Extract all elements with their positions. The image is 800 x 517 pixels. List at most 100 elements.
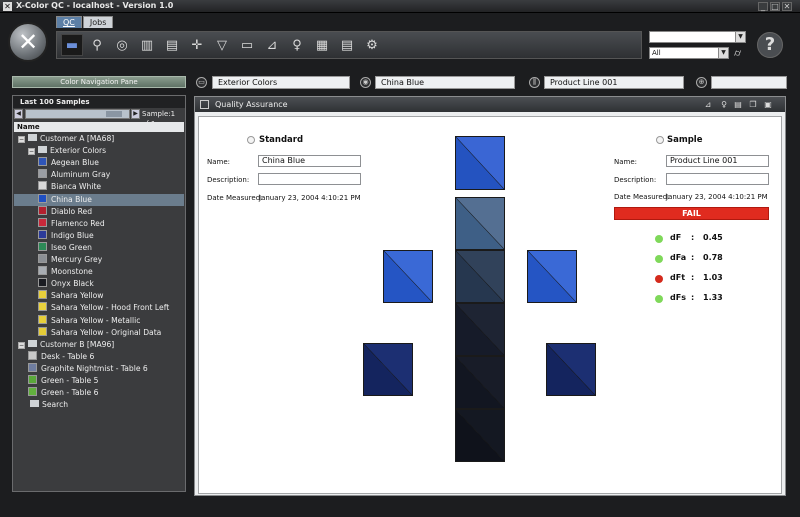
- app-logo: ✕: [8, 22, 48, 62]
- clipboard-icon[interactable]: ▣: [763, 100, 773, 110]
- tree-item[interactable]: Sahara Yellow: [14, 290, 184, 302]
- tree-group[interactable]: − Customer A [MA68]: [14, 133, 184, 145]
- tree-item-label: Search: [42, 400, 69, 410]
- tree-item[interactable]: Flamenco Red: [14, 217, 184, 230]
- app-icon: ✕: [3, 2, 12, 11]
- standard-date-label: Date Measured:: [207, 194, 263, 202]
- tree-item[interactable]: Bianca White: [14, 181, 184, 193]
- main-toolbar: ▬ ⚲ ◎ ▥ ▤ ✛ ▽ ▭ ⊿ ♀ ▦ ▤ ⚙: [56, 31, 642, 59]
- funnel-icon[interactable]: ▽: [211, 34, 233, 56]
- bulb-icon[interactable]: ♀: [719, 100, 729, 110]
- collapse-icon[interactable]: −: [18, 136, 25, 143]
- crumb-sample[interactable]: Product Line 001: [544, 76, 684, 89]
- card-icon[interactable]: ▭: [236, 34, 258, 56]
- grid-icon[interactable]: ▦: [311, 34, 333, 56]
- help-button[interactable]: ?: [757, 32, 783, 58]
- tree-group[interactable]: − Customer B [MA96]: [14, 339, 184, 351]
- sample-radio[interactable]: [656, 136, 664, 144]
- metric-row: dFt:1.03: [655, 273, 725, 285]
- color-swatch-icon: [38, 302, 47, 312]
- swatch-column: [455, 250, 505, 303]
- metric-label: dFa: [670, 253, 687, 262]
- tree-item[interactable]: Sahara Yellow - Original Data: [14, 326, 184, 339]
- standard-description-label: Description:: [207, 176, 250, 184]
- tree-item[interactable]: Iseo Green: [14, 241, 184, 254]
- maximize-button[interactable]: □: [770, 2, 780, 11]
- tree-item[interactable]: Mercury Grey: [14, 254, 184, 266]
- tree-item[interactable]: Green - Table 5: [14, 375, 184, 387]
- target-icon[interactable]: ◎: [111, 34, 133, 56]
- tree-item[interactable]: Onyx Black: [14, 278, 184, 290]
- pin-icon[interactable]: ⚲: [86, 34, 108, 56]
- tree-item[interactable]: Desk - Table 6: [14, 350, 184, 363]
- color-swatch-icon: [38, 169, 47, 179]
- tree-item[interactable]: Green - Table 6: [14, 387, 184, 399]
- tree-item[interactable]: Sahara Yellow - Hood Front Left: [14, 302, 184, 314]
- bars-pair-icon[interactable]: ▤: [161, 34, 183, 56]
- binoculars-icon[interactable]: ⌭: [734, 48, 741, 59]
- tree-item[interactable]: Aegean Blue: [14, 157, 184, 169]
- minimize-button[interactable]: _: [758, 2, 768, 11]
- tree-item[interactable]: Indigo Blue: [14, 229, 184, 242]
- swatch-column: [455, 197, 505, 250]
- chart-icon[interactable]: ⊿: [703, 100, 713, 110]
- crosshair-icon: ⊕: [696, 77, 707, 88]
- standard-name-field[interactable]: China Blue: [258, 155, 361, 167]
- search-field[interactable]: ▼: [649, 31, 746, 43]
- tab-qc[interactable]: QC: [56, 16, 82, 28]
- color-swatch-icon: [38, 278, 47, 288]
- metric-label: dFs: [670, 293, 686, 302]
- sample-description-field[interactable]: [666, 173, 769, 185]
- crosshair-icon[interactable]: ✛: [186, 34, 208, 56]
- metric-row: dFa:0.78: [655, 253, 725, 265]
- chevron-down-icon[interactable]: ▼: [718, 48, 728, 58]
- tab-jobs[interactable]: Jobs: [82, 16, 114, 28]
- tree-item-label: Graphite Nightmist - Table 6: [41, 363, 148, 373]
- standard-radio[interactable]: [247, 136, 255, 144]
- tree-item[interactable]: Graphite Nightmist - Table 6: [14, 362, 184, 375]
- color-navigation-pane-button[interactable]: Color Navigation Pane: [12, 76, 186, 88]
- name-column-header[interactable]: Name: [14, 122, 184, 132]
- tree-item[interactable]: Moonstone: [14, 266, 184, 278]
- collapse-icon[interactable]: −: [18, 341, 25, 349]
- sample-name-field[interactable]: Product Line 001: [666, 155, 769, 167]
- tree-item[interactable]: Diablo Red: [14, 205, 184, 218]
- collapse-icon[interactable]: −: [28, 148, 35, 156]
- sample-date-value: January 23, 2004 4:10:21 PM: [666, 193, 768, 201]
- tree-item-label: Exterior Colors: [50, 146, 107, 156]
- tree-search-item[interactable]: Search: [14, 399, 184, 411]
- prev-sample-button[interactable]: ◀: [14, 109, 23, 119]
- crumb-standard[interactable]: China Blue: [375, 76, 515, 89]
- sample-scrollbar[interactable]: [25, 109, 130, 119]
- document-icon[interactable]: ▤: [336, 34, 358, 56]
- title-bar: ✕ X-Color QC - localhost - Version 1.0 _…: [0, 0, 800, 13]
- sample-navigator: ◀ ▶ Sample:1 of 1: [14, 109, 184, 128]
- bulb-icon[interactable]: ♀: [286, 34, 308, 56]
- tree-item[interactable]: Aluminum Gray: [14, 169, 184, 181]
- crumb-category[interactable]: Exterior Colors: [212, 76, 350, 89]
- tree-group[interactable]: − Exterior Colors: [14, 145, 184, 157]
- metric-value: 1.33: [703, 293, 723, 302]
- bars-icon[interactable]: ▥: [136, 34, 158, 56]
- flashlight-icon[interactable]: ▬: [61, 34, 83, 56]
- copy-icon[interactable]: ❐: [748, 100, 758, 110]
- chart-icon[interactable]: ⊿: [261, 34, 283, 56]
- standard-description-field[interactable]: [258, 173, 361, 185]
- document-icon[interactable]: ▤: [733, 100, 743, 110]
- crumb-extra[interactable]: [711, 76, 787, 89]
- metric-separator: :: [691, 273, 695, 282]
- swatch-column: [455, 409, 505, 462]
- next-sample-button[interactable]: ▶: [131, 109, 140, 119]
- swatch-mid-right: [527, 250, 577, 303]
- tree-item[interactable]: China Blue: [14, 193, 184, 206]
- scope-select[interactable]: All ▼: [649, 47, 729, 59]
- close-button[interactable]: ✕: [782, 2, 792, 11]
- sample-date-label: Date Measured:: [614, 193, 670, 201]
- gear-icon[interactable]: ⚙: [361, 34, 383, 56]
- chevron-down-icon[interactable]: ▼: [735, 32, 745, 42]
- color-swatch-icon: [28, 387, 37, 397]
- scrollbar-thumb[interactable]: [106, 111, 122, 117]
- tree-item[interactable]: Sahara Yellow - Metallic: [14, 314, 184, 327]
- metric-row: dF:0.45: [655, 233, 725, 245]
- tree-item-label: Mercury Grey: [51, 255, 103, 264]
